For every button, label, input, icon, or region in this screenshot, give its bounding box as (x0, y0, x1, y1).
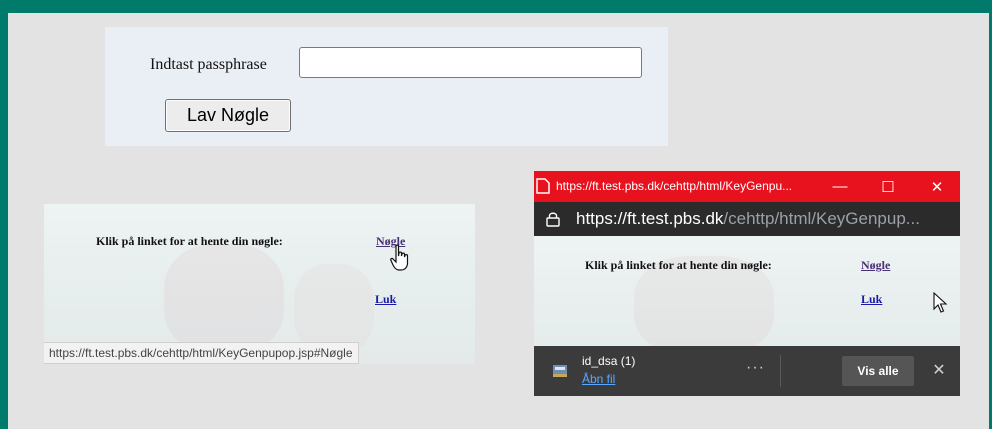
open-file-link[interactable]: Åbn fil (582, 372, 615, 386)
maximize-button[interactable]: ☐ (868, 171, 908, 202)
instruction-text: Klik på linket for at hente din nøgle: (96, 234, 283, 248)
status-bar-url: https://ft.test.pbs.dk/cehttp/html/KeyGe… (44, 342, 359, 364)
close-link[interactable]: Luk (375, 292, 396, 307)
popup-window: https://ft.test.pbs.dk/cehttp/html/KeyGe… (534, 171, 960, 396)
make-key-button[interactable]: Lav Nøgle (165, 99, 291, 132)
background-pattern (164, 244, 284, 354)
lock-icon[interactable] (546, 211, 560, 227)
close-link[interactable]: Luk (861, 292, 882, 307)
close-download-bar-icon[interactable]: ✕ (930, 361, 948, 379)
download-file-name: id_dsa (1) (582, 354, 636, 368)
hand-pointer-icon (390, 244, 409, 271)
minimize-button[interactable]: — (820, 171, 860, 202)
background-pattern (294, 264, 374, 354)
address-host: https://ft.test.pbs.dk (576, 209, 724, 228)
passphrase-input[interactable] (299, 47, 642, 78)
key-link-page: Klik på linket for at hente din nøgle: N… (44, 204, 475, 364)
address-path: /cehttp/html/KeyGenpup... (723, 209, 920, 228)
file-icon (553, 365, 567, 377)
popup-titlebar: https://ft.test.pbs.dk/cehttp/html/KeyGe… (534, 171, 960, 202)
download-bar: id_dsa (1) Åbn fil ··· Vis alle ✕ (534, 346, 960, 396)
page-icon (536, 178, 550, 194)
arrow-cursor-icon (933, 292, 948, 313)
divider (780, 355, 781, 387)
popup-page-content: Klik på linket for at hente din nøgle: N… (534, 236, 960, 346)
instruction-text: Klik på linket for at hente din nøgle: (585, 258, 772, 272)
frame-top-border (0, 0, 992, 13)
key-link[interactable]: Nøgle (861, 258, 890, 273)
close-window-button[interactable]: ✕ (917, 171, 957, 202)
window-title: https://ft.test.pbs.dk/cehttp/html/KeyGe… (556, 179, 793, 193)
address-url[interactable]: https://ft.test.pbs.dk/cehttp/html/KeyGe… (576, 209, 920, 229)
frame-left-border (0, 0, 8, 429)
more-options-icon[interactable]: ··· (746, 359, 765, 377)
address-bar: https://ft.test.pbs.dk/cehttp/html/KeyGe… (534, 202, 960, 236)
passphrase-label: Indtast passphrase (150, 56, 267, 73)
show-all-button[interactable]: Vis alle (842, 356, 914, 386)
passphrase-panel: Indtast passphrase Lav Nøgle (105, 27, 668, 146)
